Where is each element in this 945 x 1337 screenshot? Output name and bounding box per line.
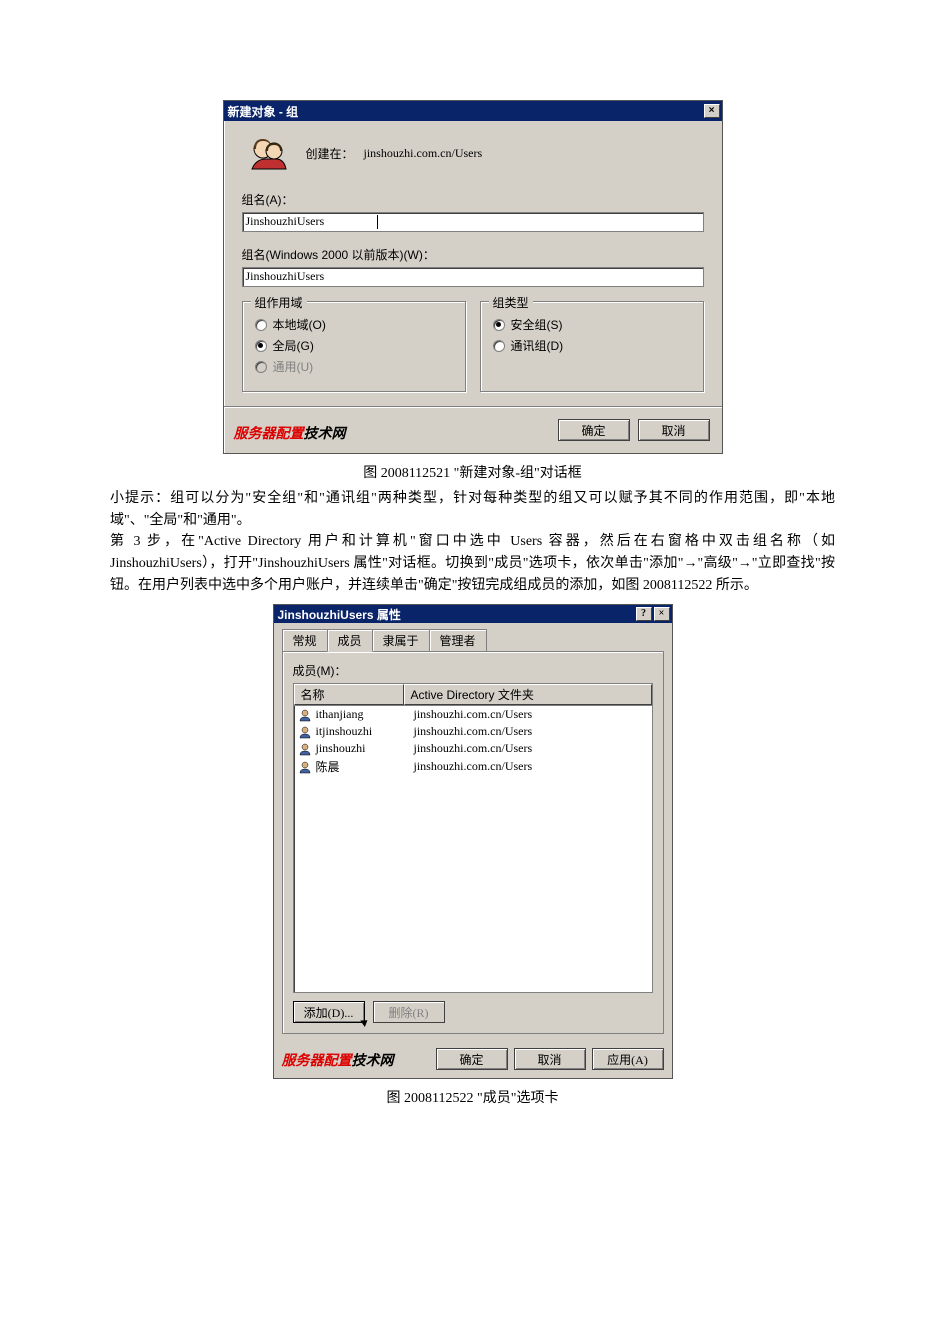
watermark-black: 技术网 xyxy=(352,1054,394,1069)
radio-icon[interactable] xyxy=(493,340,505,352)
watermark-black: 技术网 xyxy=(304,427,346,442)
tab-members[interactable]: 成员 xyxy=(327,629,373,652)
members-label: 成员(M)： xyxy=(293,662,653,679)
user-icon xyxy=(298,708,312,722)
groupboxes: 组作用域 本地域(O) 全局(G) 通用(U) 组类型 xyxy=(242,301,704,392)
list-item[interactable]: itjinshouzhijinshouzhi.com.cn/Users xyxy=(294,723,652,740)
titlebar: JinshouzhiUsers 属性 ? × xyxy=(274,605,672,623)
member-path: jinshouzhi.com.cn/Users xyxy=(414,724,650,739)
titlebar: 新建对象 - 组 × xyxy=(224,101,722,121)
scope-local-row[interactable]: 本地域(O) xyxy=(255,316,453,333)
tab-panel-members: 成员(M)： 名称 Active Directory 文件夹 ithanjian… xyxy=(282,652,664,1034)
ok-button[interactable]: 确定 xyxy=(436,1048,508,1070)
create-in-path: jinshouzhi.com.cn/Users xyxy=(364,146,483,161)
user-icon xyxy=(298,760,312,774)
group-type-title: 组类型 xyxy=(489,294,533,311)
remove-button: 删除(R) xyxy=(373,1001,445,1023)
group-name-label: 组名(A)： xyxy=(242,191,704,208)
create-in-row: 创建在： jinshouzhi.com.cn/Users xyxy=(242,135,704,171)
radio-checked-icon[interactable] xyxy=(493,319,505,331)
create-in-label: 创建在： xyxy=(306,145,354,162)
radio-disabled-icon xyxy=(255,361,267,373)
close-icon[interactable]: × xyxy=(704,104,720,118)
tab-strip: 常规 成员 隶属于 管理者 xyxy=(282,629,664,652)
figure-caption-2: 图 2008112522 "成员"选项卡 xyxy=(110,1087,835,1107)
add-button[interactable]: 添加(D)... xyxy=(293,1001,365,1023)
tab-general[interactable]: 常规 xyxy=(282,629,328,651)
watermark-red: 服务器配置 xyxy=(282,1054,352,1069)
scope-global-row[interactable]: 全局(G) xyxy=(255,337,453,354)
radio-checked-icon[interactable] xyxy=(255,340,267,352)
group-type-box: 组类型 安全组(S) 通讯组(D) xyxy=(480,301,704,392)
watermark-red: 服务器配置 xyxy=(234,427,304,442)
user-icon xyxy=(298,725,312,739)
type-distribution-label: 通讯组(D) xyxy=(511,337,564,354)
member-path: jinshouzhi.com.cn/Users xyxy=(414,707,650,722)
group-name-pre2000-input[interactable]: JinshouzhiUsers xyxy=(242,267,704,287)
list-item[interactable]: ithanjiangjinshouzhi.com.cn/Users xyxy=(294,706,652,723)
cancel-button[interactable]: 取消 xyxy=(638,419,710,441)
panel-buttons: 添加(D)... 删除(R) xyxy=(293,1001,653,1023)
watermark: 服务器配置技术网 xyxy=(282,1050,394,1070)
dialog-buttons: 服务器配置技术网 确定 取消 xyxy=(224,406,722,453)
scope-global-label: 全局(G) xyxy=(273,337,314,354)
scope-local-label: 本地域(O) xyxy=(273,316,326,333)
type-security-label: 安全组(S) xyxy=(511,316,563,333)
group-name-pre2000-label: 组名(Windows 2000 以前版本)(W)： xyxy=(242,246,704,263)
listview-header: 名称 Active Directory 文件夹 xyxy=(294,684,652,706)
dialog-footer: 服务器配置技术网 确定 取消 应用(A) xyxy=(274,1042,672,1078)
dialog-title: JinshouzhiUsers 属性 xyxy=(278,606,634,623)
members-listview[interactable]: 名称 Active Directory 文件夹 ithanjiangjinsho… xyxy=(293,683,653,993)
figure-caption-1: 图 2008112521 "新建对象-组"对话框 xyxy=(110,462,835,482)
column-folder[interactable]: Active Directory 文件夹 xyxy=(404,684,652,705)
dialog-body: 创建在： jinshouzhi.com.cn/Users 组名(A)： Jins… xyxy=(224,121,722,406)
member-name: itjinshouzhi xyxy=(316,724,414,739)
ok-button[interactable]: 确定 xyxy=(558,419,630,441)
apply-button[interactable]: 应用(A) xyxy=(592,1048,664,1070)
body-tip: 小提示：组可以分为"安全组"和"通讯组"两种类型，针对每种类型的组又可以赋予其不… xyxy=(110,488,835,531)
listview-rows: ithanjiangjinshouzhi.com.cn/Usersitjinsh… xyxy=(294,706,652,776)
member-path: jinshouzhi.com.cn/Users xyxy=(414,741,650,756)
member-name: jinshouzhi xyxy=(316,741,414,756)
tab-memberof[interactable]: 隶属于 xyxy=(372,629,430,651)
scope-universal-row: 通用(U) xyxy=(255,358,453,375)
group-name-input[interactable]: JinshouzhiUsers xyxy=(242,212,704,232)
list-item[interactable]: jinshouzhijinshouzhi.com.cn/Users xyxy=(294,740,652,757)
watermark: 服务器配置技术网 xyxy=(234,423,346,443)
body-step3: 第 3 步，在"Active Directory 用户和计算机"窗口中选中 Us… xyxy=(110,531,835,596)
member-name: 陈晨 xyxy=(316,758,414,775)
group-scope-title: 组作用域 xyxy=(251,294,307,311)
new-object-group-dialog: 新建对象 - 组 × 创建在： jinshouzhi.com.cn/Users … xyxy=(223,100,723,454)
group-properties-dialog: JinshouzhiUsers 属性 ? × 常规 成员 隶属于 管理者 成员(… xyxy=(273,604,673,1079)
help-icon[interactable]: ? xyxy=(636,607,652,621)
cancel-button[interactable]: 取消 xyxy=(514,1048,586,1070)
column-name[interactable]: 名称 xyxy=(294,684,404,705)
dialog-body: 常规 成员 隶属于 管理者 成员(M)： 名称 Active Directory… xyxy=(274,623,672,1042)
radio-icon[interactable] xyxy=(255,319,267,331)
scope-universal-label: 通用(U) xyxy=(273,358,314,375)
type-security-row[interactable]: 安全组(S) xyxy=(493,316,691,333)
group-heads-icon xyxy=(246,135,288,171)
list-item[interactable]: 陈晨jinshouzhi.com.cn/Users xyxy=(294,757,652,776)
type-distribution-row[interactable]: 通讯组(D) xyxy=(493,337,691,354)
member-path: jinshouzhi.com.cn/Users xyxy=(414,759,650,774)
group-scope-box: 组作用域 本地域(O) 全局(G) 通用(U) xyxy=(242,301,466,392)
member-name: ithanjiang xyxy=(316,707,414,722)
user-icon xyxy=(298,742,312,756)
close-icon[interactable]: × xyxy=(654,607,670,621)
dialog-title: 新建对象 - 组 xyxy=(228,103,704,120)
tab-managedby[interactable]: 管理者 xyxy=(429,629,487,651)
